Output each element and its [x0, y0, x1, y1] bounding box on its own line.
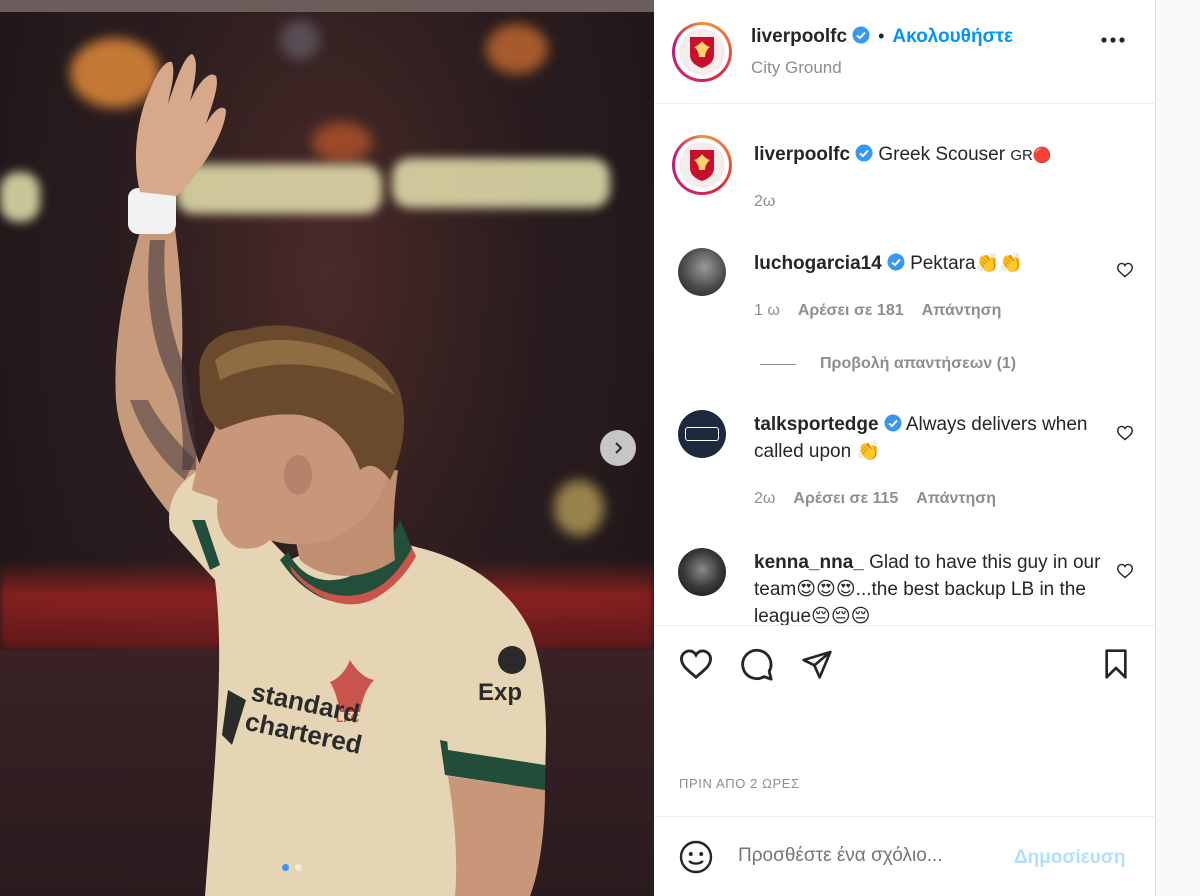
comment-body: Pektara👏👏: [910, 253, 1023, 274]
verified-badge-icon: [855, 144, 873, 162]
comment-input[interactable]: [738, 845, 1008, 867]
caption-meta: 2ω: [754, 193, 775, 211]
post-photo[interactable]: LFC standard chartered Exp: [0, 0, 654, 896]
page-margin: [1156, 0, 1200, 896]
replies-divider: [760, 363, 796, 365]
post-timestamp[interactable]: ΠΡΙΝ ΑΠΟ 2 ΩΡΕΣ: [679, 776, 800, 791]
caption-author-avatar[interactable]: [672, 135, 732, 195]
author-avatar[interactable]: [672, 22, 732, 82]
svg-text:Exp: Exp: [478, 679, 522, 706]
comment-time[interactable]: 1 ω: [754, 302, 780, 320]
commenter-avatar[interactable]: [678, 410, 726, 458]
chevron-right-icon: [615, 442, 623, 454]
add-comment-bar: Δημοσίευση: [654, 816, 1156, 896]
follow-button[interactable]: Ακολουθήστε: [892, 26, 1013, 47]
share-icon[interactable]: [800, 648, 834, 680]
comment-icon[interactable]: [740, 648, 774, 682]
post-header: liverpoolfc • Ακολουθήστε City Ground: [654, 0, 1156, 104]
talksport-logo-icon: [685, 427, 719, 441]
comment-text: kenna_nna_ Glad to have this guy in our …: [754, 549, 1104, 625]
player-illustration: LFC standard chartered Exp: [115, 54, 547, 896]
verified-badge-icon: [852, 26, 870, 44]
separator-dot: •: [878, 26, 885, 46]
comments-list[interactable]: liverpoolfc Greek Scouser GR🔴 2ω luchoga…: [654, 105, 1156, 625]
caption-username[interactable]: liverpoolfc: [754, 144, 850, 165]
liverpool-crest-icon: [679, 142, 725, 188]
like-comment-heart-icon[interactable]: [1116, 262, 1134, 278]
reply-button[interactable]: Απάντηση: [916, 490, 996, 508]
comment-meta: 1 ω Αρέσει σε 181 Απάντηση: [754, 302, 1001, 320]
comment-username[interactable]: kenna_nna_: [754, 552, 864, 573]
comment-meta: 2ω Αρέσει σε 115 Απάντηση: [754, 490, 996, 508]
author-username[interactable]: liverpoolfc: [751, 26, 847, 47]
like-comment-heart-icon[interactable]: [1116, 425, 1134, 441]
liverpool-crest-icon: [679, 29, 725, 75]
view-replies-label: Προβολή απαντήσεων (1): [820, 355, 1017, 372]
carousel-indicators: [282, 864, 302, 871]
comment-text: luchogarcia14 Pektara👏👏: [754, 250, 1104, 277]
publish-button[interactable]: Δημοσίευση: [1014, 847, 1125, 869]
avatar-inner: [675, 138, 729, 192]
emoji-icon[interactable]: [678, 839, 714, 875]
verified-badge-icon: [887, 253, 905, 271]
verified-badge-icon: [884, 414, 902, 432]
avatar-inner: [675, 25, 729, 79]
reply-button[interactable]: Απάντηση: [922, 302, 1002, 320]
view-replies-button[interactable]: Προβολή απαντήσεων (1): [760, 355, 1016, 373]
commenter-avatar[interactable]: [678, 248, 726, 296]
comment-time[interactable]: 2ω: [754, 490, 775, 508]
bookmark-icon[interactable]: [1102, 648, 1130, 680]
caption-body: Greek Scouser: [878, 144, 1006, 165]
comment-likes[interactable]: Αρέσει σε 181: [798, 302, 904, 320]
comment-text: talksportedge Always delivers when calle…: [754, 411, 1104, 465]
comment-username[interactable]: luchogarcia14: [754, 253, 882, 274]
header-name-row: liverpoolfc • Ακολουθήστε: [751, 26, 1013, 48]
post-details-panel: liverpoolfc • Ακολουθήστε City Ground live…: [654, 0, 1156, 896]
caption-flag: GR🔴: [1010, 147, 1052, 164]
like-comment-heart-icon[interactable]: [1116, 563, 1134, 579]
comment-likes[interactable]: Αρέσει σε 115: [793, 490, 898, 508]
more-options-icon[interactable]: [1100, 36, 1126, 44]
caption-time[interactable]: 2ω: [754, 193, 775, 211]
caption-text: liverpoolfc Greek Scouser GR🔴: [754, 141, 1052, 169]
heart-icon[interactable]: [678, 648, 714, 680]
comment-username[interactable]: talksportedge: [754, 414, 879, 435]
carousel-dot-active: [282, 864, 289, 871]
commenter-avatar[interactable]: [678, 548, 726, 596]
carousel-dot: [295, 864, 302, 871]
next-slide-button[interactable]: [600, 430, 636, 466]
post-location[interactable]: City Ground: [751, 58, 842, 78]
post-actions: ΠΡΙΝ ΑΠΟ 2 ΩΡΕΣ: [654, 625, 1156, 815]
